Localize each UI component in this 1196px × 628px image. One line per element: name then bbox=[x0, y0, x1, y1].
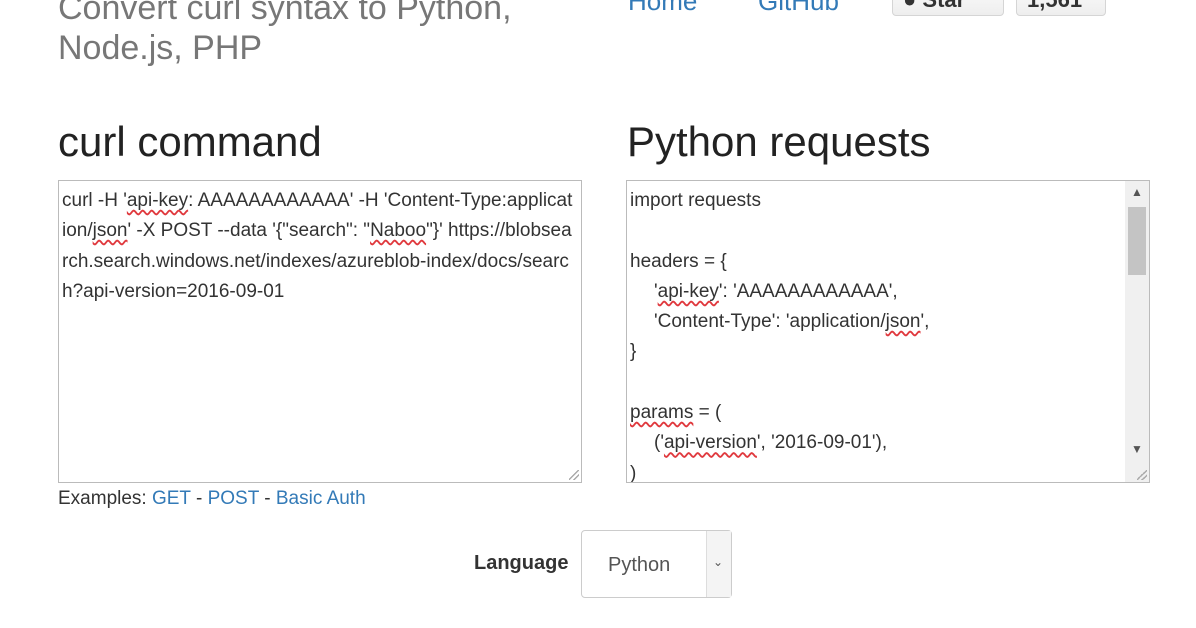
examples-label: Examples: bbox=[58, 488, 147, 509]
language-label: Language bbox=[474, 552, 569, 574]
python-output-textarea[interactable]: import requests headers = {'api-key': 'A… bbox=[626, 180, 1150, 483]
vertical-scrollbar[interactable]: ▲ ▼ bbox=[1125, 181, 1149, 482]
language-selected-value: Python bbox=[608, 554, 671, 576]
github-icon: ● bbox=[903, 0, 916, 12]
github-star-button[interactable]: ● Star bbox=[892, 0, 1004, 16]
separator: - bbox=[264, 488, 271, 509]
scroll-thumb[interactable] bbox=[1128, 207, 1146, 275]
nav-github-link[interactable]: GitHub bbox=[758, 0, 839, 17]
resize-grip-icon[interactable] bbox=[1137, 470, 1147, 480]
scroll-down-icon[interactable]: ▼ bbox=[1125, 438, 1149, 460]
separator: - bbox=[195, 488, 203, 509]
page-subtitle: Convert curl syntax to Python, Node.js, … bbox=[58, 0, 512, 67]
curl-command-text: curl -H 'api-key: AAAAAAAAAAAA' -H 'Cont… bbox=[62, 190, 573, 302]
curl-command-title: curl command bbox=[58, 118, 322, 165]
nav-home-link[interactable]: Home bbox=[628, 0, 697, 17]
example-basic-auth-link[interactable]: Basic Auth bbox=[276, 488, 366, 509]
example-get-link[interactable]: GET bbox=[152, 488, 191, 509]
example-post-link[interactable]: POST bbox=[208, 488, 259, 509]
select-toggle[interactable]: ⌄ bbox=[706, 531, 731, 597]
language-select[interactable]: Python ⌄ bbox=[581, 530, 732, 598]
python-output-text: import requests headers = {'api-key': 'A… bbox=[630, 190, 930, 483]
python-requests-title: Python requests bbox=[627, 118, 931, 165]
star-count-badge[interactable]: 1,561 bbox=[1016, 0, 1106, 16]
resize-grip-icon[interactable] bbox=[569, 470, 579, 480]
examples-row: Examples: GET - POST - Basic Auth bbox=[58, 488, 366, 510]
chevron-down-icon: ⌄ bbox=[713, 555, 724, 569]
curl-command-textarea[interactable]: curl -H 'api-key: AAAAAAAAAAAA' -H 'Cont… bbox=[58, 180, 582, 483]
scroll-up-icon[interactable]: ▲ bbox=[1125, 181, 1149, 203]
star-label: Star bbox=[922, 0, 965, 12]
